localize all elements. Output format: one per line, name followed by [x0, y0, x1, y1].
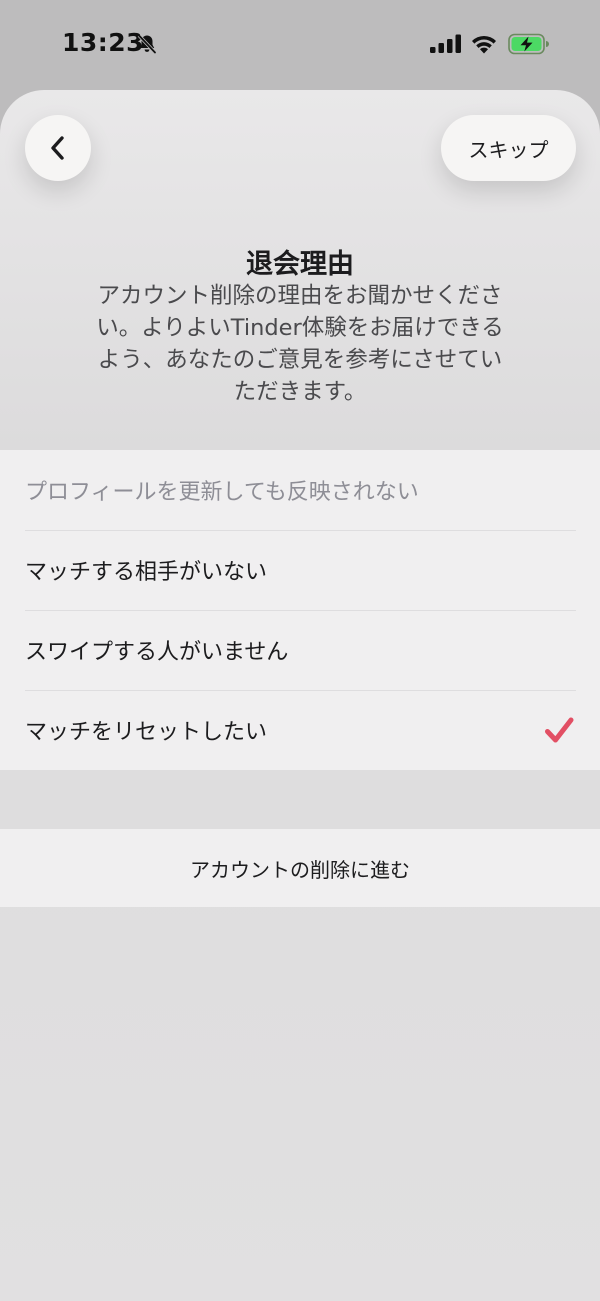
reason-option-no-matches[interactable]: マッチする相手がいない — [0, 530, 600, 610]
reason-option-profile-not-updated[interactable]: プロフィールを更新しても反映されない — [0, 450, 600, 530]
checkmark-icon — [545, 717, 574, 743]
description-line: よう、あなたのご意見を参考にさせてい — [97, 347, 503, 373]
skip-button[interactable]: スキップ — [441, 115, 576, 181]
wifi-icon — [471, 33, 497, 54]
proceed-to-delete-account-button[interactable]: アカウントの削除に進む — [0, 829, 600, 907]
page-description: アカウント削除の理由をお聞かせくださ い。よりよいTinder体験をお届けできる… — [70, 280, 530, 408]
reason-label: スワイプする人がいません — [25, 640, 289, 665]
account-deletion-sheet: スキップ 退会理由 アカウント削除の理由をお聞かせくださ い。よりよいTinde… — [0, 90, 600, 1301]
chevron-left-icon — [51, 136, 64, 160]
reason-option-no-one-to-swipe[interactable]: スワイプする人がいません — [0, 610, 600, 690]
reason-list: プロフィールを更新しても反映されない マッチする相手がいない スワイプする人がい… — [0, 450, 600, 770]
bell-off-icon — [136, 33, 158, 55]
signal-icon — [430, 34, 462, 54]
reason-label: プロフィールを更新しても反映されない — [25, 480, 419, 505]
description-line: い。よりよいTinder体験をお届けできる — [96, 315, 504, 341]
description-line: ただきます。 — [233, 379, 367, 405]
reason-label: マッチをリセットしたい — [25, 720, 268, 745]
status-bar: 13:23 — [0, 0, 600, 90]
battery-charging-icon — [508, 33, 550, 55]
description-line: アカウント削除の理由をお聞かせくださ — [97, 283, 503, 309]
back-button[interactable] — [25, 115, 91, 181]
status-time: 13:23 — [62, 28, 145, 57]
reason-option-reset-matches[interactable]: マッチをリセットしたい — [0, 690, 600, 770]
reason-label: マッチする相手がいない — [25, 560, 268, 585]
page-title: 退会理由 — [246, 249, 354, 280]
